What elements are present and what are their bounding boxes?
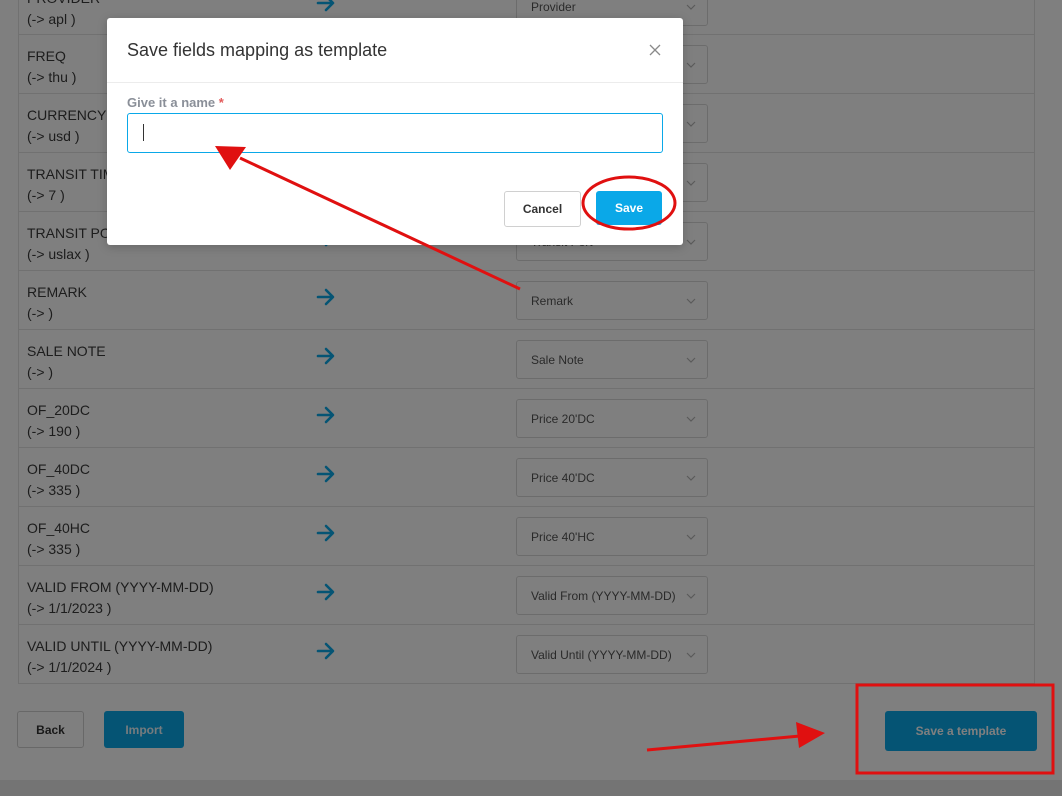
template-name-label-text: Give it a name <box>127 95 216 110</box>
save-button[interactable]: Save <box>596 191 662 225</box>
text-cursor <box>143 124 144 141</box>
template-name-label: Give it a name * <box>127 95 224 110</box>
dialog-divider <box>107 82 683 83</box>
save-template-dialog: Save fields mapping as template Give it … <box>107 18 683 245</box>
cancel-button[interactable]: Cancel <box>504 191 581 227</box>
dialog-title: Save fields mapping as template <box>127 40 388 60</box>
required-marker: * <box>218 95 224 110</box>
close-icon[interactable] <box>648 43 662 57</box>
template-name-input[interactable] <box>127 113 663 153</box>
